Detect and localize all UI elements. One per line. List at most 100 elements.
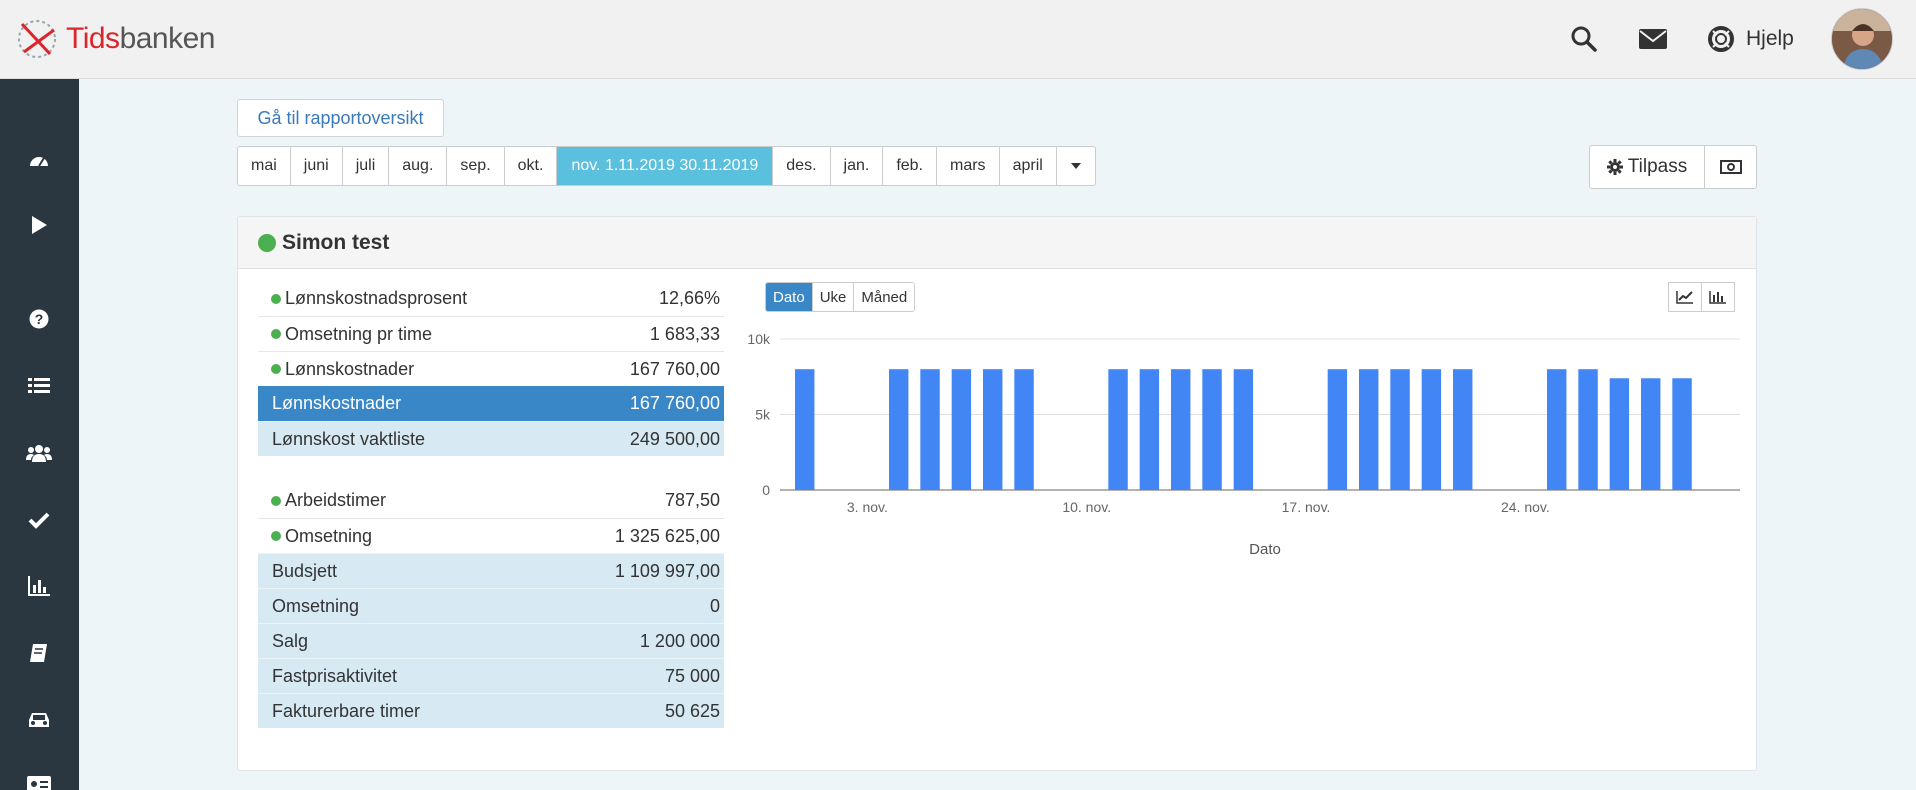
x-tick-label: 17. nov.	[1282, 499, 1331, 515]
chart-bar[interactable]	[951, 369, 972, 490]
chart-bar[interactable]	[889, 369, 909, 490]
mail-icon[interactable]	[1637, 23, 1669, 55]
bar-chart-button[interactable]	[1701, 282, 1735, 312]
chart-bar[interactable]	[1641, 378, 1661, 490]
chart-bar[interactable]	[1390, 369, 1410, 490]
report-overview-button[interactable]: Gå til rapportoversikt	[237, 99, 444, 137]
y-tick-label: 10k	[747, 331, 771, 347]
users-icon[interactable]	[22, 436, 56, 470]
chart-bar[interactable]	[1421, 369, 1442, 490]
kpi-list-top: Lønnskostnadsprosent 12,66% Omsetning pr t…	[258, 281, 724, 456]
kpi-label-text: Lønnskostnader	[272, 393, 402, 413]
chart-bar[interactable]	[1202, 369, 1222, 490]
chart-bar[interactable]	[1547, 369, 1567, 490]
chart-bar[interactable]	[1578, 369, 1598, 490]
bar-chart: 0 5k 10k 3. nov. 10. nov. 17. nov. 24. nov. Dat…	[747, 331, 1740, 558]
help-link[interactable]: Hjelp	[1746, 27, 1794, 51]
month-tab[interactable]: okt.	[505, 147, 558, 185]
kpi-label-text: Fastprisaktivitet	[272, 665, 398, 686]
logo-text-part2: banken	[119, 22, 216, 55]
view-button-maned[interactable]: Måned	[854, 283, 915, 311]
kpi-label: Fastprisaktivitet	[272, 666, 397, 687]
chart-bar[interactable]	[1453, 369, 1473, 490]
kpi-row[interactable]: Budsjett 1 109 997,00	[258, 553, 724, 588]
chart-bar[interactable]	[1233, 369, 1254, 490]
logo[interactable]: Tidsbanken	[14, 14, 216, 64]
report-panel: Simon test Lønnskostnadsprosent 12,66% Oms…	[237, 216, 1757, 771]
chart-bar[interactable]	[983, 369, 1003, 490]
month-tab[interactable]: feb.	[883, 147, 937, 185]
car-icon[interactable]	[22, 703, 56, 737]
kpi-label: Omsetning pr time	[271, 324, 432, 345]
question-icon[interactable]: ?	[22, 302, 56, 336]
month-tab[interactable]: des.	[773, 147, 831, 185]
line-chart-icon	[1676, 291, 1693, 304]
month-tab[interactable]: mars	[937, 147, 1000, 185]
view-button-dato[interactable]: Dato	[766, 283, 813, 311]
chart-bar[interactable]	[1139, 369, 1160, 490]
chart-bar[interactable]	[920, 369, 940, 490]
kpi-label-text: Salg	[272, 630, 309, 651]
chart-bar[interactable]	[1108, 369, 1128, 490]
list-icon[interactable]	[22, 369, 56, 403]
kpi-value: 167 760,00	[629, 358, 720, 379]
lifebuoy-icon[interactable]	[1705, 23, 1737, 55]
kpi-label-text: Omsetning	[272, 595, 360, 616]
chart-bar[interactable]	[1672, 378, 1692, 490]
month-selector: mai juni juli aug. sep. okt. nov. 1.11.2…	[237, 146, 1096, 186]
view-toggle: Dato Uke Måned	[765, 282, 916, 312]
x-tick-label: 3. nov.	[847, 499, 888, 515]
bar-chart-icon[interactable]	[22, 569, 56, 603]
chart-bar[interactable]	[795, 369, 815, 490]
chart-bar[interactable]	[1327, 369, 1348, 490]
chart-bar[interactable]	[1359, 369, 1379, 490]
play-icon[interactable]	[22, 208, 56, 242]
kpi-value: 1 200 000	[639, 630, 720, 651]
kpi-row[interactable]: Lønnskostnader 167 760,00	[258, 351, 724, 386]
chart-bar[interactable]	[1171, 369, 1191, 490]
kpi-value: 249 500,00	[629, 428, 720, 449]
kpi-row[interactable]: Omsetning 1 325 625,00	[258, 518, 724, 553]
month-tab[interactable]: jan.	[831, 147, 884, 185]
kpi-row[interactable]: Omsetning 0	[258, 588, 724, 623]
kpi-row[interactable]: Salg 1 200 000	[258, 623, 724, 658]
search-icon[interactable]	[1568, 23, 1600, 55]
kpi-row[interactable]: Lønnskostnadsprosent 12,66%	[258, 281, 724, 316]
month-tab-active[interactable]: nov. 1.11.2019 30.11.2019	[557, 147, 774, 185]
kpi-row[interactable]: Lønnskost vaktliste 249 500,00	[258, 421, 724, 456]
money-button[interactable]	[1704, 145, 1757, 189]
month-tab[interactable]: mai	[238, 147, 291, 185]
dashboard-icon[interactable]	[22, 142, 56, 176]
month-tab[interactable]: april	[1000, 147, 1057, 185]
kpi-row[interactable]: Fastprisaktivitet 75 000	[258, 658, 724, 693]
kpi-row[interactable]: Arbeidstimer 787,50	[258, 483, 724, 518]
month-tab[interactable]: sep.	[447, 147, 505, 185]
id-card-icon[interactable]	[22, 768, 56, 790]
bar-chart-icon	[1709, 291, 1726, 304]
panel-header: Simon test	[238, 217, 1756, 269]
status-dot	[271, 495, 281, 506]
check-icon[interactable]	[22, 503, 56, 537]
month-tab[interactable]: aug.	[389, 147, 448, 185]
month-tab[interactable]: juni	[291, 147, 343, 185]
logo-text: Tidsbanken	[66, 22, 216, 56]
customize-button[interactable]: Tilpass	[1589, 145, 1705, 189]
view-button-uke[interactable]: Uke	[812, 283, 855, 311]
kpi-row[interactable]: Omsetning pr time 1 683,33	[258, 316, 724, 351]
x-tick-label: 10. nov.	[1062, 499, 1111, 515]
chart-bar[interactable]	[1014, 369, 1034, 490]
sidebar: ?	[0, 79, 79, 790]
avatar[interactable]	[1831, 8, 1893, 70]
chart-bar[interactable]	[1609, 378, 1630, 490]
month-tab[interactable]: juli	[343, 147, 390, 185]
kpi-label: Omsetning	[272, 596, 359, 617]
caret-down-icon	[1070, 163, 1081, 169]
month-dropdown-button[interactable]	[1057, 147, 1095, 185]
line-chart-button[interactable]	[1668, 282, 1702, 312]
kpi-value: 50 625	[664, 700, 720, 721]
book-icon[interactable]	[22, 636, 56, 670]
kpi-label-text: Lønnskostnadsprosent	[285, 288, 468, 308]
kpi-label-text: Lønnskost vaktliste	[272, 428, 426, 449]
kpi-row[interactable]: Fakturerbare timer 50 625	[258, 693, 724, 728]
kpi-row[interactable]: Lønnskostnader 167 760,00	[258, 386, 724, 421]
